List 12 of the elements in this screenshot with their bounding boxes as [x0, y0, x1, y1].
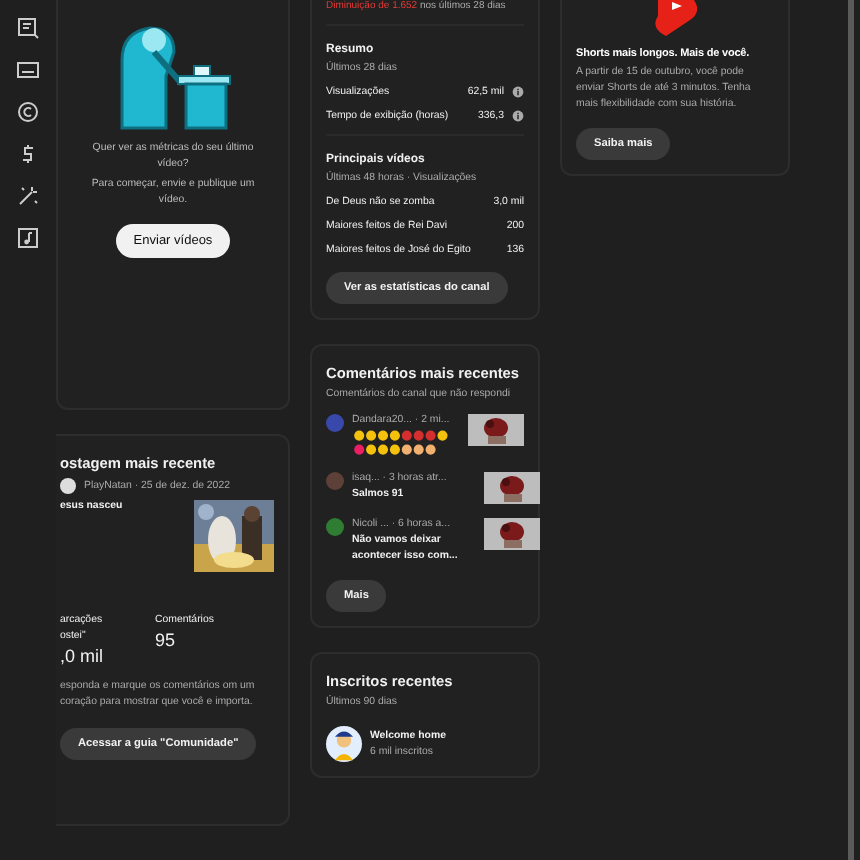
- info-icon[interactable]: [512, 110, 524, 122]
- subtitles-icon[interactable]: [16, 16, 40, 40]
- stat-value: 95: [155, 630, 178, 650]
- copyright-icon[interactable]: [16, 100, 40, 124]
- stat-value: ,0 mil: [60, 646, 104, 666]
- info-icon[interactable]: [512, 86, 524, 98]
- avatar-icon: [60, 478, 76, 494]
- avatar-icon: [326, 726, 362, 763]
- scrollbar[interactable]: [848, 0, 854, 860]
- audio-icon[interactable]: [16, 226, 40, 250]
- magic-icon[interactable]: [16, 184, 40, 208]
- caption-icon[interactable]: [16, 58, 40, 82]
